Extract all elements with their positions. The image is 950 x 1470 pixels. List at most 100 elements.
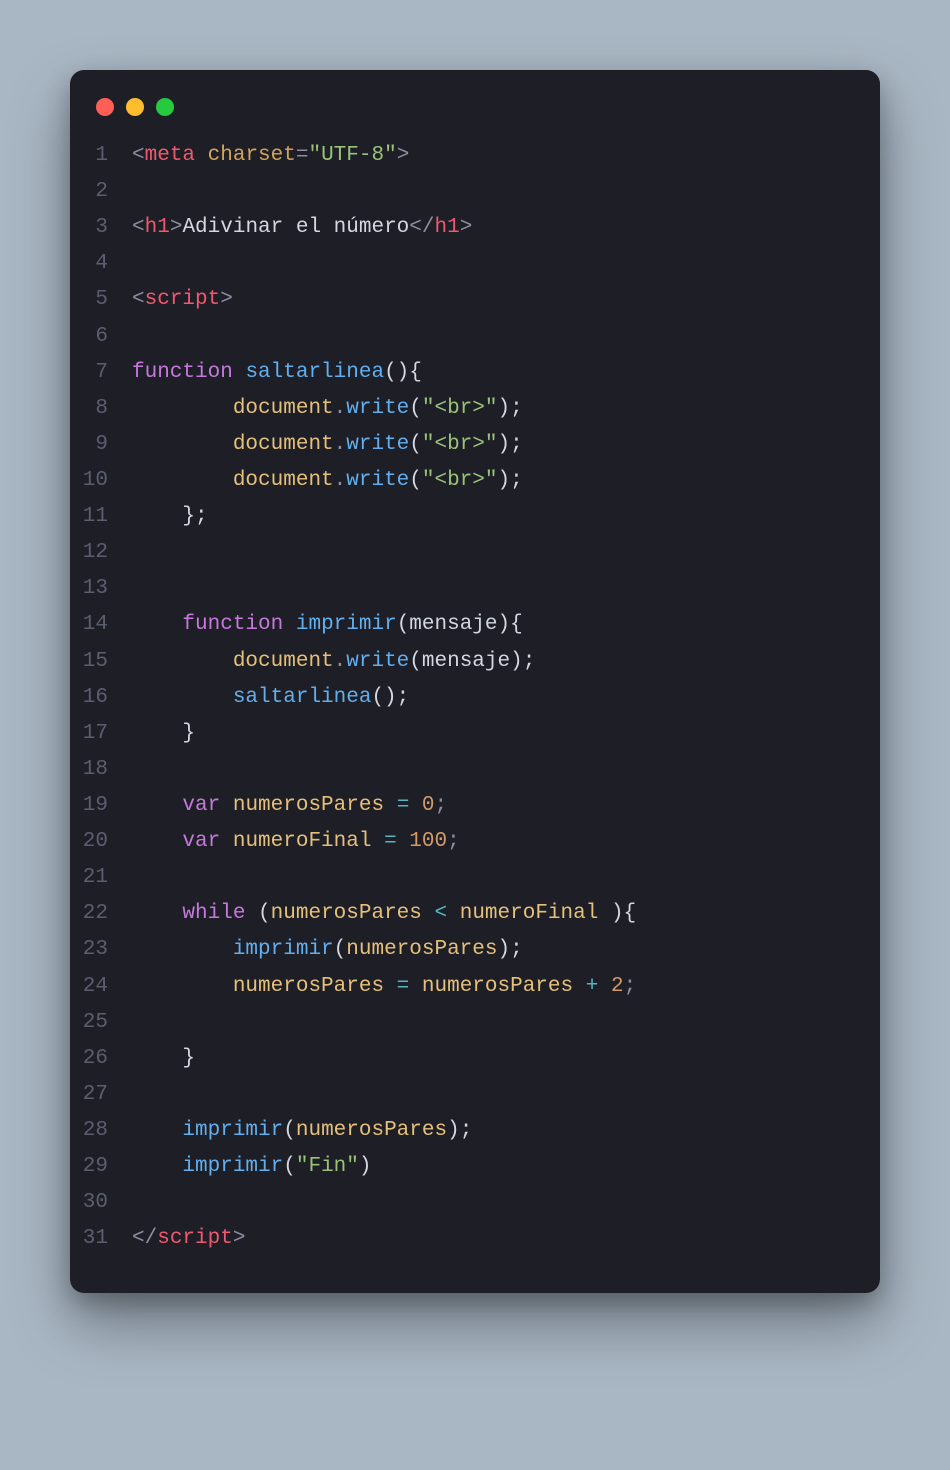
token-punct: . (334, 397, 347, 420)
token-punct: < (132, 144, 145, 167)
line-number: 24 (82, 969, 132, 1005)
line-content[interactable]: <meta charset="UTF-8"> (132, 138, 409, 174)
token-text (384, 975, 397, 998)
line-number: 5 (82, 282, 132, 318)
line-content[interactable] (132, 752, 145, 788)
token-string: "UTF-8" (308, 144, 396, 167)
code-line[interactable]: 12 (82, 535, 854, 571)
line-content[interactable]: function imprimir(mensaje){ (132, 607, 523, 643)
line-content[interactable] (132, 1185, 145, 1221)
line-content[interactable]: imprimir(numerosPares); (132, 1113, 472, 1149)
line-number: 1 (82, 138, 132, 174)
line-number: 18 (82, 752, 132, 788)
code-line[interactable]: 14 function imprimir(mensaje){ (82, 607, 854, 643)
token-text (132, 686, 233, 709)
code-line[interactable]: 5<script> (82, 282, 854, 318)
line-number: 27 (82, 1077, 132, 1113)
code-line[interactable]: 22 while (numerosPares < numeroFinal ){ (82, 896, 854, 932)
close-icon[interactable] (96, 98, 114, 116)
code-line[interactable]: 16 saltarlinea(); (82, 680, 854, 716)
code-line[interactable]: 31</script> (82, 1221, 854, 1257)
line-content[interactable]: numerosPares = numerosPares + 2; (132, 969, 636, 1005)
token-keyword: function (132, 361, 233, 384)
token-punct: ; (435, 794, 448, 817)
token-punct: > (460, 216, 473, 239)
code-line[interactable]: 17 } (82, 716, 854, 752)
line-content[interactable]: document.write("<br>"); (132, 427, 523, 463)
token-text (132, 975, 233, 998)
line-content[interactable] (132, 1077, 145, 1113)
token-text (397, 830, 410, 853)
token-text (384, 794, 397, 817)
line-content[interactable] (132, 860, 145, 896)
code-line[interactable]: 24 numerosPares = numerosPares + 2; (82, 969, 854, 1005)
window-controls (70, 94, 880, 138)
line-content[interactable]: document.write("<br>"); (132, 391, 523, 427)
token-num: 100 (409, 830, 447, 853)
code-line[interactable]: 2 (82, 174, 854, 210)
line-content[interactable]: } (132, 716, 195, 752)
code-line[interactable]: 10 document.write("<br>"); (82, 463, 854, 499)
code-line[interactable]: 3<h1>Adivinar el número</h1> (82, 210, 854, 246)
line-content[interactable]: imprimir("Fin") (132, 1149, 371, 1185)
line-content[interactable] (132, 319, 145, 355)
minimize-icon[interactable] (126, 98, 144, 116)
code-line[interactable]: 20 var numeroFinal = 100; (82, 824, 854, 860)
token-num: 0 (422, 794, 435, 817)
line-content[interactable]: } (132, 1041, 195, 1077)
line-content[interactable]: while (numerosPares < numeroFinal ){ (132, 896, 636, 932)
token-text (409, 975, 422, 998)
line-number: 19 (82, 788, 132, 824)
code-line[interactable]: 18 (82, 752, 854, 788)
token-text (598, 975, 611, 998)
token-text (132, 469, 233, 492)
line-content[interactable] (132, 174, 145, 210)
line-content[interactable]: </script> (132, 1221, 245, 1257)
line-content[interactable]: <h1>Adivinar el número</h1> (132, 210, 472, 246)
token-brace: ( (283, 1119, 296, 1142)
code-line[interactable]: 28 imprimir(numerosPares); (82, 1113, 854, 1149)
code-line[interactable]: 13 (82, 571, 854, 607)
code-line[interactable]: 25 (82, 1005, 854, 1041)
code-line[interactable]: 11 }; (82, 499, 854, 535)
code-line[interactable]: 30 (82, 1185, 854, 1221)
line-content[interactable]: }; (132, 499, 208, 535)
code-line[interactable]: 27 (82, 1077, 854, 1113)
code-line[interactable]: 29 imprimir("Fin") (82, 1149, 854, 1185)
maximize-icon[interactable] (156, 98, 174, 116)
line-content[interactable] (132, 535, 145, 571)
code-line[interactable]: 7function saltarlinea(){ (82, 355, 854, 391)
token-fn-name: imprimir (182, 1155, 283, 1178)
token-op: = (397, 975, 410, 998)
line-number: 2 (82, 174, 132, 210)
code-line[interactable]: 9 document.write("<br>"); (82, 427, 854, 463)
code-editor[interactable]: 1<meta charset="UTF-8">2 3<h1>Adivinar e… (70, 138, 880, 1257)
token-text (132, 1155, 182, 1178)
code-line[interactable]: 26 } (82, 1041, 854, 1077)
line-content[interactable]: function saltarlinea(){ (132, 355, 422, 391)
code-line[interactable]: 15 document.write(mensaje); (82, 644, 854, 680)
code-line[interactable]: 19 var numerosPares = 0; (82, 788, 854, 824)
line-content[interactable]: <script> (132, 282, 233, 318)
code-line[interactable]: 8 document.write("<br>"); (82, 391, 854, 427)
line-content[interactable] (132, 246, 145, 282)
line-content[interactable]: document.write(mensaje); (132, 644, 535, 680)
line-content[interactable]: var numerosPares = 0; (132, 788, 447, 824)
line-content[interactable] (132, 571, 145, 607)
line-content[interactable] (132, 1005, 145, 1041)
code-line[interactable]: 4 (82, 246, 854, 282)
code-line[interactable]: 23 imprimir(numerosPares); (82, 932, 854, 968)
line-content[interactable]: document.write("<br>"); (132, 463, 523, 499)
line-content[interactable]: var numeroFinal = 100; (132, 824, 460, 860)
line-content[interactable]: imprimir(numerosPares); (132, 932, 523, 968)
code-line[interactable]: 1<meta charset="UTF-8"> (82, 138, 854, 174)
line-content[interactable]: saltarlinea(); (132, 680, 409, 716)
token-text (573, 975, 586, 998)
code-line[interactable]: 6 (82, 319, 854, 355)
token-ident: numerosPares (296, 1119, 447, 1142)
token-fn-name: saltarlinea (233, 686, 372, 709)
token-param: mensaje (409, 613, 497, 636)
code-line[interactable]: 21 (82, 860, 854, 896)
line-number: 16 (82, 680, 132, 716)
token-text: Adivinar el número (182, 216, 409, 239)
